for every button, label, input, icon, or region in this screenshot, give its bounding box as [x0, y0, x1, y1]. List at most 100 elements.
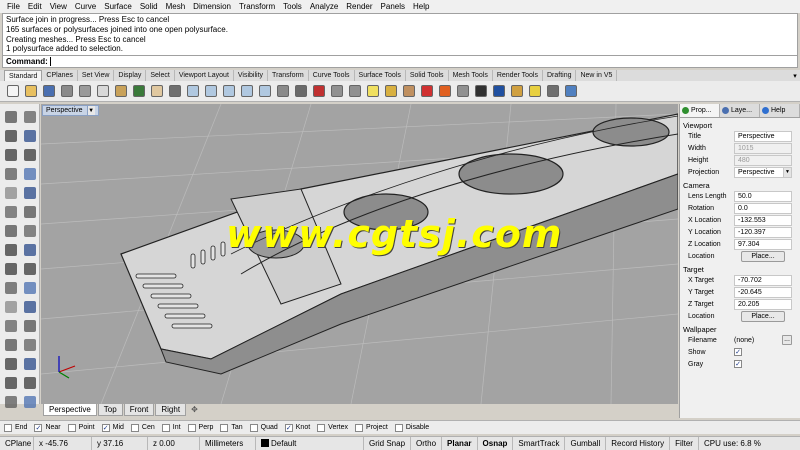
y-location-field[interactable]: -120.397 — [734, 226, 792, 238]
menu-help[interactable]: Help — [409, 0, 433, 13]
filter-toggle[interactable]: Filter — [670, 437, 699, 450]
tab-front[interactable]: Front — [123, 404, 155, 416]
osnap-project[interactable]: Project — [355, 423, 388, 432]
gumball-toggle[interactable]: Gumball — [565, 437, 607, 450]
tab-curve-tools[interactable]: Curve Tools — [309, 70, 355, 81]
extrude-tool[interactable] — [21, 222, 39, 240]
paste-button[interactable] — [112, 83, 129, 100]
light-bulb-button[interactable] — [526, 83, 543, 100]
z-location-field[interactable]: 97.304 — [734, 238, 792, 250]
z-target-field[interactable]: 20.205 — [734, 298, 792, 310]
osnap-checkbox[interactable]: ✓ — [34, 423, 43, 432]
chevron-down-icon[interactable]: ▼ — [86, 106, 95, 115]
split-tool[interactable] — [21, 279, 39, 297]
ellipse-tool[interactable] — [2, 165, 20, 183]
osnap-checkbox[interactable] — [130, 423, 139, 432]
select-arrow-tool[interactable] — [2, 108, 20, 126]
y-target-field[interactable]: -20.645 — [734, 286, 792, 298]
panel-tab-2[interactable]: Help — [760, 104, 800, 117]
gray-checkbox[interactable]: ✓ — [734, 360, 742, 368]
explode-tool[interactable] — [21, 317, 39, 335]
x-location-field[interactable]: -132.553 — [734, 214, 792, 226]
menu-mesh[interactable]: Mesh — [162, 0, 190, 13]
menu-panels[interactable]: Panels — [377, 0, 409, 13]
record-history-toggle[interactable]: Record History — [606, 437, 671, 450]
osnap-checkbox[interactable] — [187, 423, 196, 432]
browse-button[interactable]: ... — [782, 335, 792, 345]
new-file-button[interactable] — [4, 83, 21, 100]
point-tool[interactable] — [21, 108, 39, 126]
osnap-mid[interactable]: ✓ Mid — [101, 423, 124, 432]
perspective-viewport[interactable]: www.cgtsj.com — [41, 104, 678, 404]
tab-right[interactable]: Right — [155, 404, 187, 416]
title-field[interactable]: Perspective — [734, 130, 792, 142]
osnap-tan[interactable]: Tan — [220, 423, 243, 432]
freeform-tool[interactable] — [21, 184, 39, 202]
polyline-tool[interactable] — [2, 127, 20, 145]
pan-hand-button[interactable] — [148, 83, 165, 100]
menu-view[interactable]: View — [46, 0, 71, 13]
menu-solid[interactable]: Solid — [136, 0, 162, 13]
osnap-checkbox[interactable] — [317, 423, 326, 432]
rotation-field[interactable]: 0.0 — [734, 202, 792, 214]
render-teapot-button[interactable] — [508, 83, 525, 100]
osnap-checkbox[interactable]: ✓ — [284, 423, 293, 432]
group-tool[interactable] — [2, 336, 20, 354]
lock-button[interactable] — [382, 83, 399, 100]
tab-mesh-tools[interactable]: Mesh Tools — [449, 70, 493, 81]
solid-edit-tool[interactable] — [21, 260, 39, 278]
curve-tool[interactable] — [21, 127, 39, 145]
offset-tool[interactable] — [21, 203, 39, 221]
show-checkbox[interactable]: ✓ — [734, 348, 742, 356]
open-folder-button[interactable] — [22, 83, 39, 100]
boolean-tool[interactable] — [2, 298, 20, 316]
tab-select[interactable]: Select — [146, 70, 175, 81]
osnap-quad[interactable]: Quad — [249, 423, 278, 432]
current-layer[interactable]: Default — [256, 437, 364, 450]
osnap-checkbox[interactable]: ✓ — [101, 423, 110, 432]
fillet-curve-tool[interactable] — [2, 203, 20, 221]
osnap-disable[interactable]: Disable — [394, 423, 429, 432]
mesh-tool[interactable] — [2, 279, 20, 297]
sphere-dark-button[interactable] — [472, 83, 489, 100]
color-wheel-button[interactable] — [436, 83, 453, 100]
cylinder-tool[interactable] — [2, 260, 20, 278]
viewport-title-tab[interactable]: Perspective ▼ — [42, 105, 99, 116]
zoom-dynamic-button[interactable] — [256, 83, 273, 100]
rotate-view-button[interactable] — [166, 83, 183, 100]
copy-object-button[interactable] — [346, 83, 363, 100]
osnap-near[interactable]: ✓ Near — [34, 423, 61, 432]
tab-top[interactable]: Top — [97, 404, 123, 416]
undo-button[interactable] — [130, 83, 147, 100]
text-tool[interactable] — [21, 355, 39, 373]
command-line[interactable]: Command: — [2, 56, 798, 68]
select-button[interactable] — [274, 83, 291, 100]
osnap-checkbox[interactable] — [161, 423, 170, 432]
options-button[interactable] — [544, 83, 561, 100]
save-button[interactable] — [40, 83, 57, 100]
projection-select[interactable]: Perspective ▼ — [734, 166, 792, 178]
copy-button[interactable] — [94, 83, 111, 100]
tab-perspective[interactable]: Perspective — [43, 404, 97, 416]
car-button[interactable] — [310, 83, 327, 100]
tab-standard[interactable]: Standard — [4, 70, 43, 81]
planar-toggle[interactable]: Planar — [442, 437, 478, 450]
tab-visibility[interactable]: Visibility — [234, 70, 269, 81]
osnap-checkbox[interactable] — [4, 423, 12, 432]
menu-transform[interactable]: Transform — [235, 0, 279, 13]
ortho-toggle[interactable]: Ortho — [411, 437, 443, 450]
scale-tool[interactable] — [21, 374, 39, 392]
menu-edit[interactable]: Edit — [24, 0, 46, 13]
panel-tab-0[interactable]: Prop... — [680, 104, 720, 117]
zoom-button[interactable] — [184, 83, 201, 100]
menu-dimension[interactable]: Dimension — [189, 0, 235, 13]
layer-button[interactable] — [400, 83, 417, 100]
tab-solid-tools[interactable]: Solid Tools — [406, 70, 449, 81]
lens-length-field[interactable]: 50.0 — [734, 190, 792, 202]
render-tool[interactable] — [21, 393, 39, 411]
grid-snap-toggle[interactable]: Grid Snap — [364, 437, 412, 450]
osnap-checkbox[interactable] — [249, 423, 258, 432]
tab-display[interactable]: Display — [114, 70, 147, 81]
smarttrack-toggle[interactable]: SmartTrack — [513, 437, 566, 450]
osnap-toggle[interactable]: Osnap — [478, 437, 514, 450]
